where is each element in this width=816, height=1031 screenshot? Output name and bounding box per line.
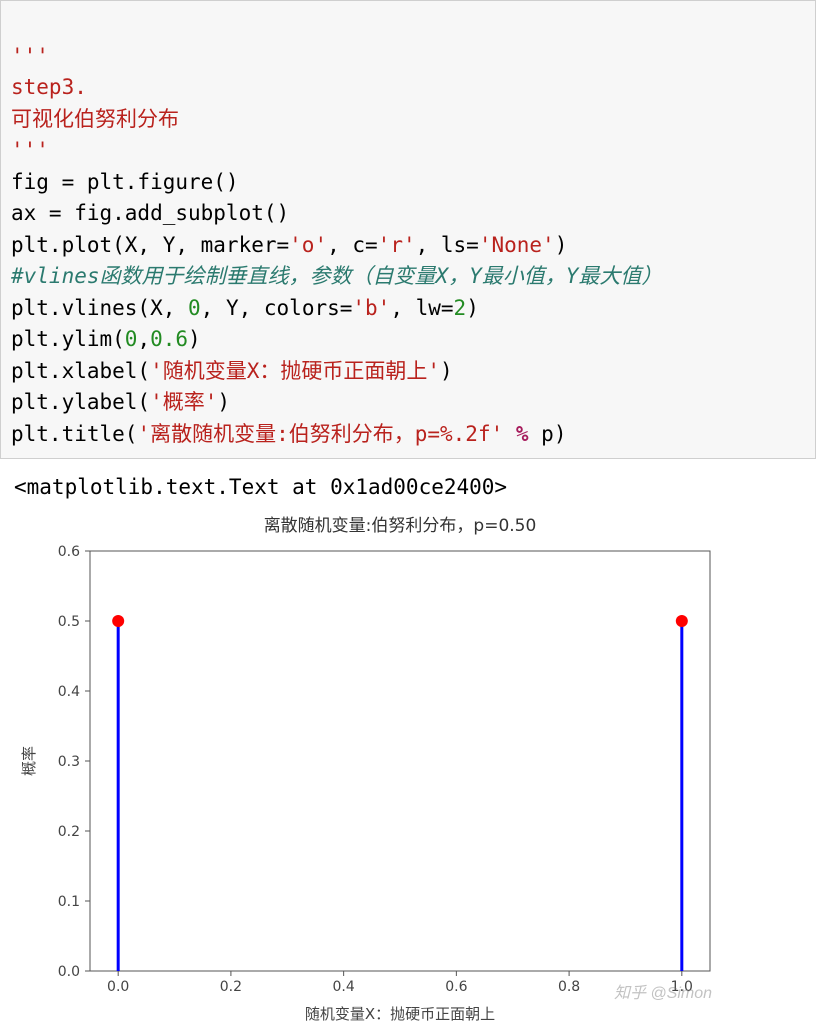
svg-text:0.4: 0.4: [58, 684, 80, 700]
code-line: plt.ylabel('概率'): [11, 390, 230, 414]
svg-text:0.5: 0.5: [58, 614, 80, 630]
svg-text:0.1: 0.1: [58, 894, 80, 910]
chart: 0.00.20.40.60.81.00.00.10.20.30.40.50.6离…: [10, 511, 730, 1031]
chart-svg: 0.00.20.40.60.81.00.00.10.20.30.40.50.6离…: [10, 511, 730, 1031]
svg-text:0.4: 0.4: [333, 979, 355, 995]
code-line: plt.title('离散随机变量:伯努利分布，p=%.2f' % p): [11, 422, 566, 446]
code-cell: ''' step3. 可视化伯努利分布 ''' fig = plt.figure…: [0, 0, 816, 459]
code-line: plt.vlines(X, 0, Y, colors='b', lw=2): [11, 296, 479, 320]
svg-text:离散随机变量:伯努利分布，p=0.50: 离散随机变量:伯努利分布，p=0.50: [264, 516, 537, 536]
code-line: step3.: [11, 75, 87, 99]
watermark: 知乎 @Simon: [614, 979, 712, 1003]
code-line: fig = plt.figure(): [11, 170, 239, 194]
svg-text:随机变量X：抛硬币正面朝上: 随机变量X：抛硬币正面朝上: [305, 1005, 495, 1023]
svg-text:0.3: 0.3: [58, 754, 80, 770]
output-text: <matplotlib.text.Text at 0x1ad00ce2400>: [0, 459, 816, 511]
code-line: plt.plot(X, Y, marker='o', c='r', ls='No…: [11, 233, 567, 257]
code-line: ''': [11, 44, 49, 68]
code-line: plt.xlabel('随机变量X：抛硬币正面朝上'): [11, 359, 453, 383]
svg-text:0.2: 0.2: [58, 824, 80, 840]
svg-text:0.8: 0.8: [558, 979, 580, 995]
svg-text:0.2: 0.2: [220, 979, 242, 995]
code-line: ax = fig.add_subplot(): [11, 201, 289, 225]
svg-text:0.0: 0.0: [58, 964, 80, 980]
svg-text:概率: 概率: [20, 746, 38, 776]
svg-text:0.6: 0.6: [445, 979, 467, 995]
code-comment: #vlines函数用于绘制垂直线，参数（自变量X，Y最小值，Y最大值）: [11, 264, 662, 288]
code-line: plt.ylim(0,0.6): [11, 327, 201, 351]
code-line: ''': [11, 138, 49, 162]
svg-text:0.6: 0.6: [58, 544, 80, 560]
svg-text:0.0: 0.0: [107, 979, 129, 995]
code-line: 可视化伯努利分布: [11, 107, 179, 131]
